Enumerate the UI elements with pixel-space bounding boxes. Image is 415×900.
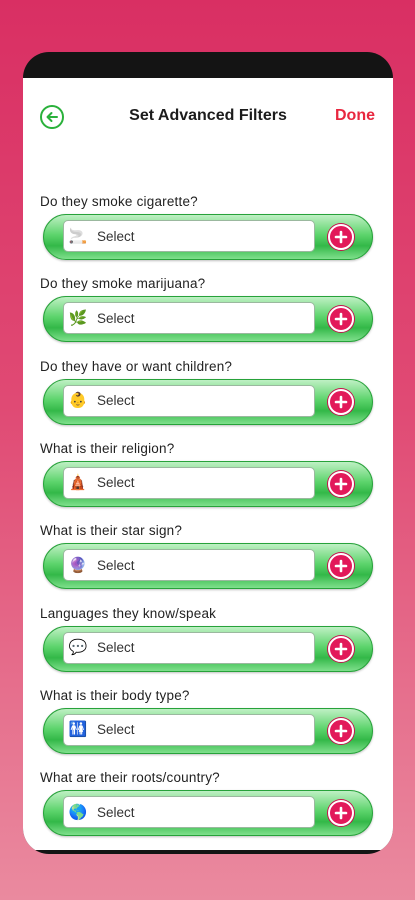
plus-icon bbox=[334, 230, 348, 244]
filters-screen: Set Advanced Filters Done Do they smoke … bbox=[23, 78, 393, 850]
baby-icon: 👶 bbox=[68, 391, 88, 410]
filter-select-row[interactable]: 👶 Select bbox=[43, 378, 373, 425]
filter-question: What is their body type? bbox=[40, 687, 190, 703]
add-filter-button[interactable] bbox=[328, 717, 354, 744]
filter-select-value: Select bbox=[97, 804, 135, 820]
temple-icon: 🛕 bbox=[68, 473, 88, 492]
filter-select-value: Select bbox=[97, 310, 135, 326]
filter-select-value: Select bbox=[97, 228, 135, 244]
add-filter-button[interactable] bbox=[328, 470, 354, 497]
filter-select-field[interactable]: 🚻 Select bbox=[63, 713, 315, 746]
filter-select-row[interactable]: 💬 Select bbox=[43, 625, 373, 672]
plus-icon bbox=[334, 395, 348, 408]
crystal-ball-icon: 🔮 bbox=[68, 555, 88, 574]
header: Set Advanced Filters Done bbox=[23, 78, 393, 154]
filter-select-field[interactable]: 🚬 Select bbox=[63, 220, 315, 252]
filter-select-field[interactable]: 🌎 Select bbox=[63, 796, 315, 829]
add-filter-button[interactable] bbox=[328, 553, 354, 580]
filter-question: Do they smoke cigarette? bbox=[40, 194, 198, 209]
filter-select-field[interactable]: 💬 Select bbox=[63, 631, 315, 664]
filter-question: What is their star sign? bbox=[40, 523, 183, 539]
filter-select-value: Select bbox=[97, 475, 135, 491]
globe-icon: 🌎 bbox=[68, 802, 88, 821]
phone-frame: Set Advanced Filters Done Do they smoke … bbox=[23, 52, 393, 854]
plus-icon bbox=[334, 724, 348, 738]
filter-select-row[interactable]: 🚻 Select bbox=[43, 707, 373, 754]
filter-question: Languages they know/speak bbox=[40, 605, 217, 621]
add-filter-button[interactable] bbox=[328, 224, 354, 250]
filter-select-value: Select bbox=[97, 640, 135, 655]
filter-select-row[interactable]: 🚬 Select bbox=[43, 214, 373, 260]
filter-select-field[interactable]: 🌿 Select bbox=[63, 302, 315, 335]
add-filter-button[interactable] bbox=[328, 388, 354, 415]
filter-select-value: Select bbox=[97, 722, 135, 738]
filter-question: Do they have or want children? bbox=[40, 358, 233, 374]
filter-select-value: Select bbox=[97, 557, 135, 573]
filter-question: What is their religion? bbox=[40, 440, 175, 456]
filter-select-row[interactable]: 🌿 Select bbox=[43, 296, 373, 343]
filter-select-row[interactable]: 🔮 Select bbox=[43, 543, 373, 590]
filter-question: What are their roots/country? bbox=[40, 770, 220, 786]
cannabis-leaf-icon: 🌿 bbox=[68, 308, 88, 327]
filter-select-field[interactable]: 🔮 Select bbox=[63, 549, 315, 582]
add-filter-button[interactable] bbox=[328, 306, 354, 333]
add-filter-button[interactable] bbox=[328, 800, 354, 827]
cigarette-icon: 🚬 bbox=[68, 226, 88, 245]
filter-select-row[interactable]: 🛕 Select bbox=[43, 460, 373, 507]
plus-icon bbox=[334, 559, 348, 573]
add-filter-button[interactable] bbox=[328, 635, 354, 662]
languages-icon: 💬 bbox=[68, 638, 88, 656]
filter-select-field[interactable]: 🛕 Select bbox=[63, 466, 315, 499]
plus-icon bbox=[334, 806, 348, 820]
filter-question: Do they smoke marijuana? bbox=[40, 276, 206, 292]
done-button[interactable]: Done bbox=[335, 107, 375, 125]
body-types-icon: 🚻 bbox=[68, 720, 88, 739]
filter-select-row[interactable]: 🌎 Select bbox=[43, 790, 373, 837]
plus-icon bbox=[334, 312, 348, 326]
filter-select-value: Select bbox=[97, 393, 135, 409]
plus-icon bbox=[334, 477, 348, 491]
plus-icon bbox=[334, 642, 348, 655]
filter-select-field[interactable]: 👶 Select bbox=[63, 384, 315, 417]
